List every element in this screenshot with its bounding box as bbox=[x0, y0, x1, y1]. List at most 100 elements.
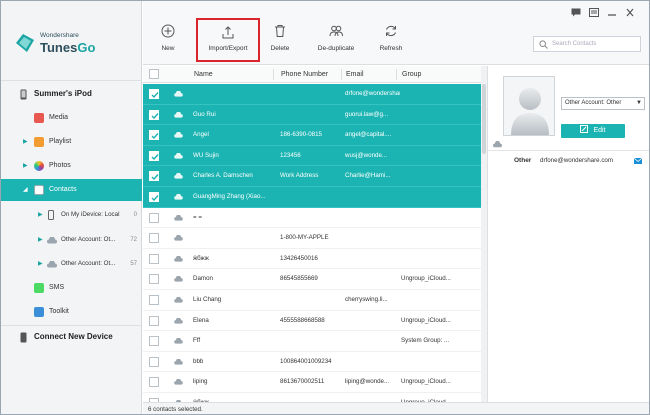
cell-email: guorui.law@g... bbox=[345, 110, 389, 118]
sidebar-item-sms[interactable]: SMS bbox=[1, 277, 142, 299]
mail-icon[interactable] bbox=[634, 158, 642, 164]
scrollbar-thumb[interactable] bbox=[482, 84, 486, 154]
expand-arrow-icon[interactable]: ▶ bbox=[23, 131, 28, 153]
table-row[interactable]: ӝбжж Ungroup_iCloud... bbox=[143, 393, 481, 402]
search-input[interactable]: Search Contacts bbox=[533, 36, 641, 52]
sidebar-item-photos[interactable]: ▶ Photos bbox=[1, 155, 142, 177]
cell-name: Charles A. Damschen bbox=[193, 172, 253, 180]
connect-new-device[interactable]: Connect New Device bbox=[1, 326, 142, 348]
cell-phone: 86545855669 bbox=[280, 275, 318, 283]
table-row[interactable]: WU Sujin 123456 wusj@wonde... bbox=[143, 145, 481, 167]
import-export-icon bbox=[222, 26, 234, 39]
table-row[interactable]: 1-800-MY-APPLE bbox=[143, 228, 481, 249]
close-icon[interactable] bbox=[625, 8, 635, 17]
cell-name: Guo Rui bbox=[193, 110, 216, 118]
cell-name: ӝбжж bbox=[193, 254, 209, 262]
collapse-arrow-icon[interactable]: ◢ bbox=[23, 179, 28, 201]
cell-group: Ungroup_iCloud... bbox=[401, 316, 451, 324]
cloud-icon bbox=[174, 338, 183, 344]
app-window: Wondershare TunesGo Summer's iPod Media … bbox=[0, 0, 650, 415]
table-row[interactable]: Guo Rui guorui.law@g... bbox=[143, 104, 481, 126]
cloud-icon bbox=[174, 132, 183, 138]
table-row[interactable]: drfone@wondershare.... bbox=[143, 84, 481, 105]
row-checkbox[interactable] bbox=[149, 315, 159, 326]
device-name: Summer's iPod bbox=[34, 89, 92, 98]
table-row[interactable]: Fff System Group: ... bbox=[143, 331, 481, 352]
cloud-icon bbox=[174, 152, 183, 159]
table-row[interactable]: Elena 4555588668588 Ungroup_iCloud... bbox=[143, 311, 481, 332]
cloud-icon bbox=[174, 297, 183, 303]
header-group[interactable]: Group bbox=[402, 66, 421, 83]
row-checkbox[interactable] bbox=[149, 233, 159, 244]
sidebar-item-media[interactable]: Media bbox=[1, 107, 142, 129]
header-email[interactable]: Email bbox=[346, 66, 364, 83]
row-checkbox[interactable] bbox=[149, 336, 159, 347]
row-checkbox[interactable] bbox=[149, 171, 159, 182]
refresh-button[interactable]: Refresh bbox=[375, 18, 407, 62]
minimize-icon[interactable] bbox=[607, 8, 617, 17]
row-checkbox[interactable] bbox=[149, 212, 159, 223]
table-row[interactable]: ӝбжж 13426450016 bbox=[143, 249, 481, 270]
cell-phone: 8613670002511 bbox=[280, 378, 325, 386]
cell-name: Liu Chang bbox=[193, 296, 222, 303]
cell-group: Ungroup_iCloud... bbox=[401, 393, 479, 402]
expand-arrow-icon[interactable]: ▶ bbox=[38, 229, 43, 251]
cell-email: drfone@wondershare.... bbox=[345, 90, 400, 97]
sidebar-item-toolkit[interactable]: Toolkit bbox=[1, 301, 142, 323]
edit-button[interactable]: Edit bbox=[561, 124, 625, 138]
sidebar-item-label: Playlist bbox=[49, 138, 72, 145]
feedback-icon[interactable] bbox=[571, 8, 581, 17]
row-checkbox[interactable] bbox=[149, 130, 159, 141]
cell-name: liping bbox=[193, 378, 208, 386]
cell-name: Fff bbox=[193, 337, 201, 345]
table-row[interactable]: = = bbox=[143, 208, 481, 229]
select-all-checkbox[interactable] bbox=[149, 69, 159, 79]
row-checkbox[interactable] bbox=[149, 109, 159, 120]
import-export-button[interactable]: Import/Export bbox=[196, 18, 260, 62]
contact-detail-panel: Other Account: Other ▼ Edit Other drfone… bbox=[487, 66, 649, 402]
cloud-icon bbox=[47, 237, 57, 244]
table-row[interactable]: GuangMing Zhang (Xiao... bbox=[143, 187, 481, 208]
cell-email: liping@wonde... bbox=[345, 378, 390, 386]
header-name[interactable]: Name bbox=[194, 66, 213, 83]
row-checkbox[interactable] bbox=[149, 192, 159, 202]
sidebar-subitem-other-account-2[interactable]: ▶ Other Account: Ot... 57 bbox=[1, 253, 142, 275]
deduplicate-button[interactable]: De-duplicate bbox=[311, 18, 361, 62]
table-row[interactable]: Damon 86545855669 Ungroup_iCloud... bbox=[143, 269, 481, 290]
sidebar-subitem-other-account-1[interactable]: ▶ Other Account: Ot... 72 bbox=[1, 229, 142, 251]
table-row[interactable]: Angel 186-6390-0815 angel@capital.... bbox=[143, 125, 481, 146]
account-select[interactable]: Other Account: Other ▼ bbox=[561, 97, 645, 110]
connect-label: Connect New Device bbox=[34, 332, 113, 341]
expand-arrow-icon[interactable]: ▶ bbox=[23, 155, 28, 177]
cell-phone: 186-6390-0815 bbox=[280, 131, 322, 139]
device-summers-ipod[interactable]: Summer's iPod bbox=[1, 83, 142, 105]
expand-arrow-icon[interactable]: ▶ bbox=[38, 253, 43, 275]
menu-icon[interactable] bbox=[589, 8, 599, 17]
row-checkbox[interactable] bbox=[149, 150, 159, 161]
row-checkbox[interactable] bbox=[149, 253, 159, 264]
device-icon bbox=[20, 332, 27, 343]
sidebar-subitem-local[interactable]: ▶ On My iDevice: Local 0 bbox=[1, 204, 142, 226]
table-row[interactable]: Liu Chang cherryswing.li... bbox=[143, 290, 481, 311]
row-checkbox[interactable] bbox=[149, 377, 159, 388]
deduplicate-users-icon bbox=[329, 25, 343, 37]
sidebar-item-playlist[interactable]: ▶ Playlist bbox=[1, 131, 142, 153]
sidebar-item-label: SMS bbox=[49, 284, 65, 291]
new-button[interactable]: New bbox=[153, 18, 183, 62]
table-row[interactable]: liping 8613670002511 liping@wonde... Ungrou… bbox=[143, 372, 481, 393]
row-checkbox[interactable] bbox=[149, 89, 159, 99]
chevron-down-icon: ▼ bbox=[636, 100, 642, 106]
sidebar-subitem-label: On My iDevice: Local bbox=[61, 211, 120, 218]
header-phone[interactable]: Phone Number bbox=[281, 66, 328, 83]
table-row[interactable]: bbb 100864001009234 bbox=[143, 352, 481, 373]
row-checkbox[interactable] bbox=[149, 295, 159, 305]
expand-arrow-icon[interactable]: ▶ bbox=[38, 204, 43, 226]
row-checkbox[interactable] bbox=[149, 356, 159, 367]
row-checkbox[interactable] bbox=[149, 274, 159, 285]
cell-phone: 100864001009234 bbox=[280, 357, 332, 365]
delete-button[interactable]: Delete bbox=[265, 18, 295, 62]
sidebar-item-contacts[interactable]: ◢ Contacts bbox=[1, 179, 142, 201]
tunesgo-logo-icon bbox=[16, 34, 34, 52]
table-row[interactable]: Charles A. Damschen Work Address Charlie@H… bbox=[143, 166, 481, 187]
sidebar-item-label: Contacts bbox=[49, 186, 77, 193]
